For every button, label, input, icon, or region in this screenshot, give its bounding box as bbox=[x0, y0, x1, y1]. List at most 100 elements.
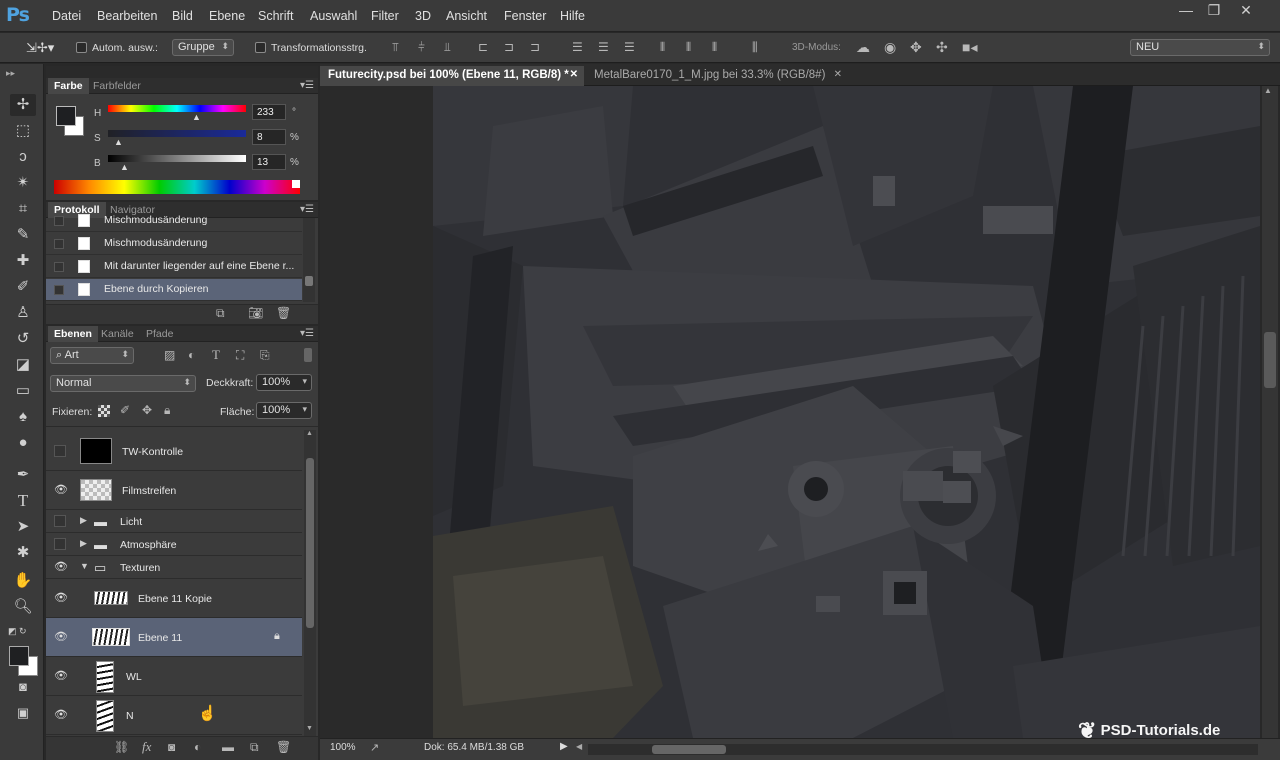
layer-filter-dropdown[interactable]: ⌕ Art ⬍ bbox=[50, 347, 134, 364]
new-group-folder-icon[interactable]: ▬ bbox=[222, 740, 234, 754]
lock-position-icon[interactable]: ✥ bbox=[142, 403, 152, 417]
history-scrollbar[interactable] bbox=[303, 218, 315, 302]
layer-group-atmosphaere[interactable]: ▶ ▬ Atmosphäre bbox=[46, 533, 302, 556]
3d-roll-icon[interactable]: ◉ bbox=[884, 39, 896, 56]
tab-farbe[interactable]: Farbe bbox=[48, 78, 89, 94]
align-vcenter-icon[interactable]: ⫩ bbox=[418, 40, 425, 55]
visibility-toggle[interactable] bbox=[54, 515, 66, 527]
filter-pixel-icon[interactable]: ▨ bbox=[164, 348, 175, 362]
delete-layer-trash-icon[interactable]: 🗑︎ bbox=[276, 740, 291, 754]
quick-mask-icon[interactable]: ◙ bbox=[10, 676, 36, 698]
zoom-level[interactable]: 100% bbox=[330, 742, 356, 753]
crop-tool-icon[interactable]: ⌗ bbox=[10, 198, 36, 220]
tab-document-metalbare[interactable]: MetalBare0170_1_M.jpg bei 33.3% (RGB/8#)… bbox=[586, 66, 848, 86]
layer-row-ebene-11-kopie[interactable]: 👁︎ Ebene 11 Kopie bbox=[46, 579, 302, 618]
scroll-up-icon[interactable]: ▲ bbox=[306, 430, 313, 437]
panel-menu-icon[interactable]: ▾☰ bbox=[300, 80, 314, 91]
auto-select-dropdown[interactable]: Gruppe ⬍ bbox=[172, 39, 234, 56]
filter-shape-icon[interactable]: ⛶ bbox=[236, 348, 244, 363]
tab-kanaele[interactable]: Kanäle bbox=[95, 326, 140, 342]
layer-row-n[interactable]: 👁︎ N bbox=[46, 696, 302, 735]
auto-select-checkbox[interactable] bbox=[76, 42, 87, 53]
layer-style-fx-icon[interactable]: fx bbox=[142, 739, 151, 755]
align-right-icon[interactable]: ⊐ bbox=[530, 40, 540, 54]
snapshot-camera-icon[interactable]: 📷︎ bbox=[248, 306, 263, 320]
brush-tool-icon[interactable]: ✐ bbox=[10, 276, 36, 298]
tab-ebenen[interactable]: Ebenen bbox=[48, 326, 98, 342]
align-hcenter-icon[interactable]: ⊐ bbox=[504, 40, 514, 54]
brightness-slider-handle-icon[interactable]: ▲ bbox=[120, 162, 129, 172]
auto-align-icon[interactable]: ⫼ bbox=[752, 40, 758, 55]
maximize-button[interactable]: ❐ bbox=[1202, 2, 1226, 18]
layer-group-licht[interactable]: ▶ ▬ Licht bbox=[46, 510, 302, 533]
blur-tool-icon[interactable]: ♠ bbox=[10, 406, 36, 428]
align-top-icon[interactable]: ⫪ bbox=[392, 40, 399, 55]
visibility-toggle[interactable] bbox=[54, 445, 66, 457]
shape-tool-icon[interactable]: ✱ bbox=[10, 542, 36, 564]
scroll-down-icon[interactable]: ▼ bbox=[306, 725, 313, 732]
menu-bearbeiten[interactable]: Bearbeiten bbox=[97, 9, 157, 23]
hue-slider[interactable] bbox=[108, 105, 246, 112]
foreground-color-swatch[interactable] bbox=[9, 646, 29, 666]
healing-brush-tool-icon[interactable]: ✚ bbox=[10, 250, 36, 272]
new-document-from-state-icon[interactable]: ⧉ bbox=[216, 306, 225, 321]
eye-icon[interactable]: 👁︎ bbox=[54, 483, 68, 497]
layer-group-texturen[interactable]: 👁︎ ▼ ▭ Texturen bbox=[46, 556, 302, 579]
layer-row-tw-kontrolle[interactable]: TW-Kontrolle bbox=[46, 432, 302, 471]
pen-tool-icon[interactable]: ✒ bbox=[10, 464, 36, 486]
history-item[interactable]: Mit darunter liegender auf eine Ebene r.… bbox=[46, 256, 302, 278]
3d-scale-icon[interactable]: ■◂ bbox=[962, 39, 977, 56]
tab-pfade[interactable]: Pfade bbox=[140, 326, 179, 342]
eyedropper-tool-icon[interactable]: ✎ bbox=[10, 224, 36, 246]
document-canvas[interactable] bbox=[433, 86, 1260, 738]
blend-mode-dropdown[interactable]: Normal ⬍ bbox=[50, 375, 196, 392]
align-left-icon[interactable]: ⊏ bbox=[478, 40, 488, 54]
distribute-hcenter-icon[interactable]: ⫴ bbox=[686, 40, 691, 55]
filter-adjustment-icon[interactable]: ◐ bbox=[188, 348, 195, 362]
history-item[interactable]: Mischmodusänderung bbox=[46, 214, 302, 232]
share-icon[interactable]: ↗ bbox=[370, 741, 379, 754]
dodge-tool-icon[interactable]: ● bbox=[10, 432, 36, 454]
menu-fenster[interactable]: Fenster bbox=[504, 9, 546, 23]
hue-slider-handle-icon[interactable]: ▲ bbox=[192, 112, 201, 122]
distribute-bottom-icon[interactable]: ☰ bbox=[624, 40, 635, 54]
expand-tools-icon[interactable]: ▸▸ bbox=[6, 68, 15, 79]
distribute-vcenter-icon[interactable]: ☰ bbox=[598, 40, 609, 54]
workspace-dropdown[interactable]: NEU ⬍ bbox=[1130, 39, 1270, 56]
brightness-slider[interactable] bbox=[108, 155, 246, 162]
menu-ebene[interactable]: Ebene bbox=[209, 9, 245, 23]
menu-datei[interactable]: Datei bbox=[52, 9, 81, 23]
adjustment-layer-icon[interactable]: ◐ bbox=[194, 740, 201, 754]
layer-row-ebene-11[interactable]: 👁︎ Ebene 11 🔒︎ bbox=[46, 618, 302, 657]
trash-icon[interactable]: 🗑︎ bbox=[276, 306, 291, 320]
gradient-tool-icon[interactable]: ▭ bbox=[10, 380, 36, 402]
close-tab-icon[interactable]: ✕ bbox=[570, 69, 578, 80]
transform-controls-checkbox[interactable] bbox=[255, 42, 266, 53]
move-tool-preset-icon[interactable]: ⇲✢▾ bbox=[26, 40, 54, 56]
panel-menu-icon[interactable]: ▾☰ bbox=[300, 204, 314, 215]
add-mask-icon[interactable]: ◙ bbox=[168, 740, 175, 754]
type-tool-icon[interactable]: T bbox=[10, 490, 36, 512]
distribute-right-icon[interactable]: ⫴ bbox=[712, 40, 717, 55]
filter-smart-object-icon[interactable]: ⎘ bbox=[260, 348, 270, 363]
menu-filter[interactable]: Filter bbox=[371, 9, 399, 23]
collapse-arrow-icon[interactable]: ▼ bbox=[80, 561, 89, 571]
canvas-vertical-scrollbar[interactable] bbox=[1262, 86, 1278, 738]
saturation-slider[interactable] bbox=[108, 130, 246, 137]
brightness-value[interactable]: 13 bbox=[252, 154, 286, 170]
filter-toggle[interactable] bbox=[304, 348, 312, 362]
close-window-button[interactable]: ✕ bbox=[1234, 2, 1258, 18]
menu-schrift[interactable]: Schrift bbox=[258, 9, 293, 23]
tab-document-futurecity[interactable]: Futurecity.psd bei 100% (Ebene 11, RGB/8… bbox=[320, 66, 584, 86]
close-tab-icon[interactable]: ✕ bbox=[834, 69, 842, 80]
default-colors-icon[interactable]: ◩ ↻ bbox=[8, 626, 27, 637]
hue-value[interactable]: 233 bbox=[252, 104, 286, 120]
saturation-value[interactable]: 8 bbox=[252, 129, 286, 145]
lock-transparency-icon[interactable] bbox=[98, 405, 110, 417]
panel-menu-icon[interactable]: ▾☰ bbox=[300, 328, 314, 339]
eye-icon[interactable]: 👁︎ bbox=[54, 560, 68, 574]
layer-row-filmstreifen[interactable]: 👁︎ Filmstreifen bbox=[46, 471, 302, 510]
eraser-tool-icon[interactable]: ◪ bbox=[10, 354, 36, 376]
tab-farbfelder[interactable]: Farbfelder bbox=[87, 78, 147, 94]
color-ramp[interactable] bbox=[54, 180, 300, 194]
